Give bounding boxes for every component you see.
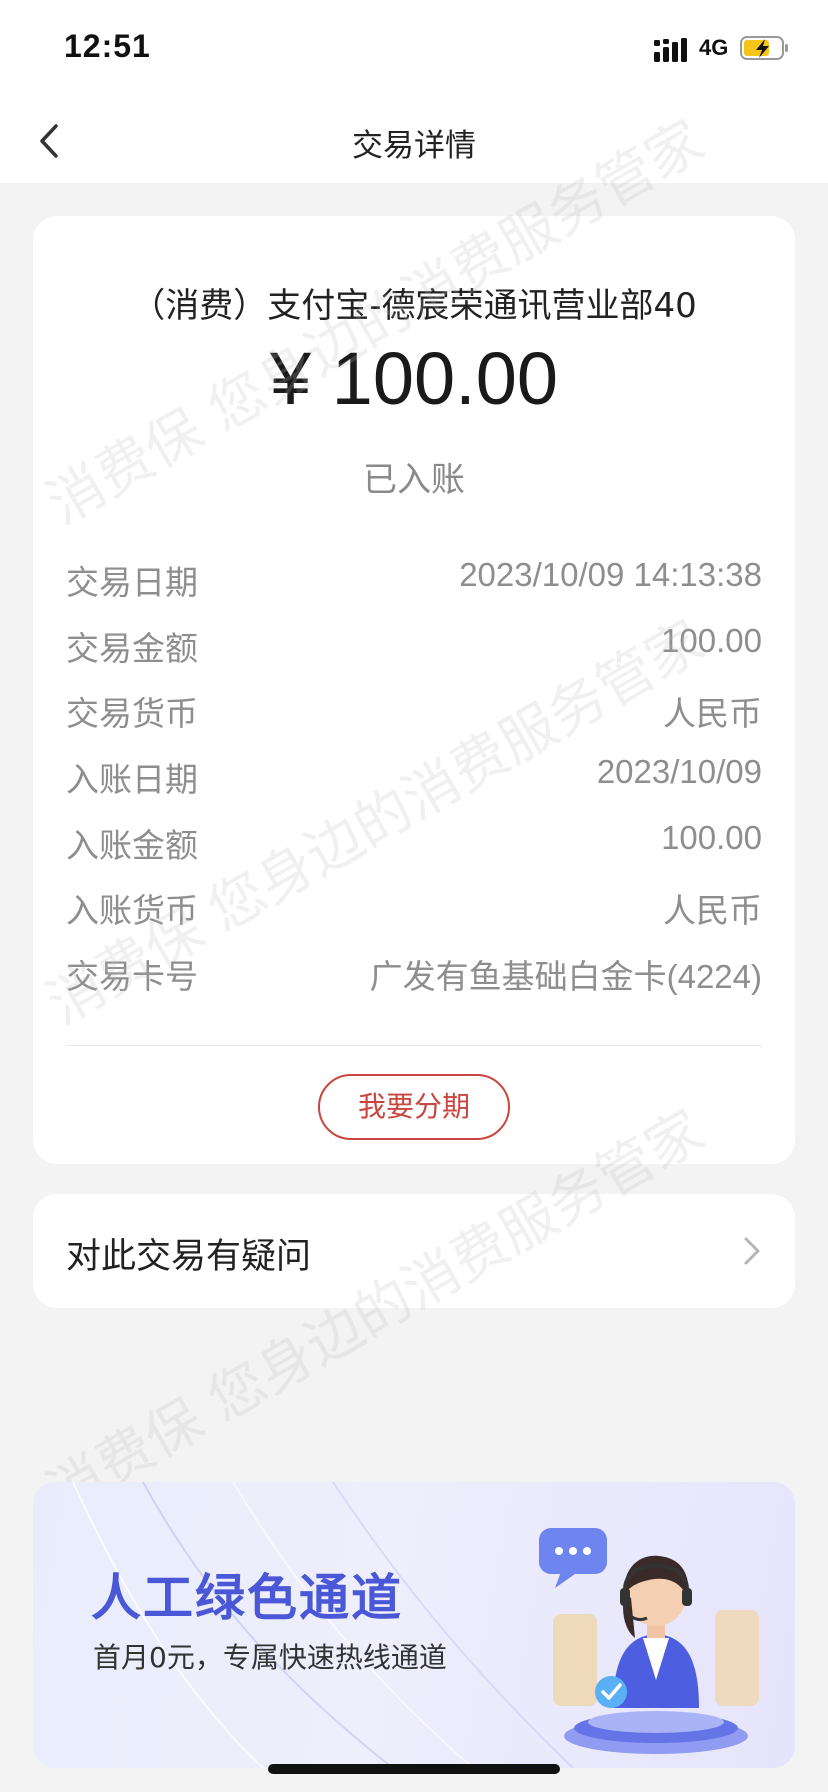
- detail-value: 2023/10/09 14:13:38: [459, 556, 762, 593]
- transaction-card: （消费）支付宝-德宸荣通讯营业部40 ¥ 100.00 已入账 交易日期 202…: [33, 216, 795, 1164]
- detail-row-posting-currency: 入账货币 人民币: [66, 884, 762, 950]
- detail-row-card-number: 交易卡号 广发有鱼基础白金卡(4224): [66, 950, 762, 1016]
- chevron-right-icon: [744, 1237, 760, 1265]
- detail-row-transaction-amount: 交易金额 100.00: [66, 622, 762, 688]
- home-indicator[interactable]: [268, 1764, 560, 1774]
- detail-value: 人民币: [663, 695, 762, 733]
- detail-label: 交易卡号: [66, 957, 198, 997]
- detail-label: 交易金额: [66, 628, 198, 668]
- banner-title: 人工绿色通道: [91, 1569, 403, 1627]
- customer-service-agent-icon: [539, 1528, 759, 1754]
- transaction-dispute-row[interactable]: 对此交易有疑问: [33, 1194, 795, 1308]
- detail-value: 人民币: [663, 892, 762, 930]
- page-title: 交易详情: [352, 128, 476, 164]
- divider: [66, 1045, 762, 1046]
- cellular-signal-icon: [654, 38, 687, 62]
- banner-subtitle: 首月0元，专属快速热线通道: [93, 1641, 447, 1674]
- detail-value: 100.00: [661, 818, 762, 856]
- detail-row-transaction-currency: 交易货币 人民币: [66, 687, 762, 753]
- status-time: 12:51: [64, 28, 151, 64]
- detail-row-posting-amount: 入账金额 100.00: [66, 819, 762, 885]
- detail-list: 交易日期 2023/10/09 14:13:38 交易金额 100.00 交易货…: [66, 556, 762, 1016]
- green-channel-banner[interactable]: 人工绿色通道 首月0元，专属快速热线通道: [33, 1482, 795, 1768]
- transaction-amount: ¥ 100.00: [269, 337, 559, 420]
- transaction-status: 已入账: [363, 460, 465, 500]
- detail-label: 交易货币: [66, 694, 198, 734]
- installment-button[interactable]: 我要分期: [318, 1074, 510, 1140]
- network-type: 4G: [699, 35, 729, 60]
- detail-value: 100.00: [661, 621, 762, 659]
- status-bar: 12:51 4G: [0, 0, 828, 100]
- detail-label: 入账日期: [66, 760, 198, 800]
- detail-row-transaction-date: 交易日期 2023/10/09 14:13:38: [66, 556, 762, 622]
- detail-row-posting-date: 入账日期 2023/10/09: [66, 753, 762, 819]
- dispute-label: 对此交易有疑问: [66, 1237, 312, 1277]
- detail-label: 交易日期: [66, 563, 198, 602]
- detail-label: 入账金额: [66, 825, 198, 865]
- navigation-bar: 交易详情: [0, 100, 828, 183]
- battery-charging-icon: [740, 36, 788, 60]
- detail-value: 广发有鱼基础白金卡(4224): [369, 958, 762, 996]
- merchant-name: （消费）支付宝-德宸荣通讯营业部40: [131, 286, 697, 326]
- detail-label: 入账货币: [66, 891, 198, 931]
- detail-value: 2023/10/09: [596, 753, 762, 791]
